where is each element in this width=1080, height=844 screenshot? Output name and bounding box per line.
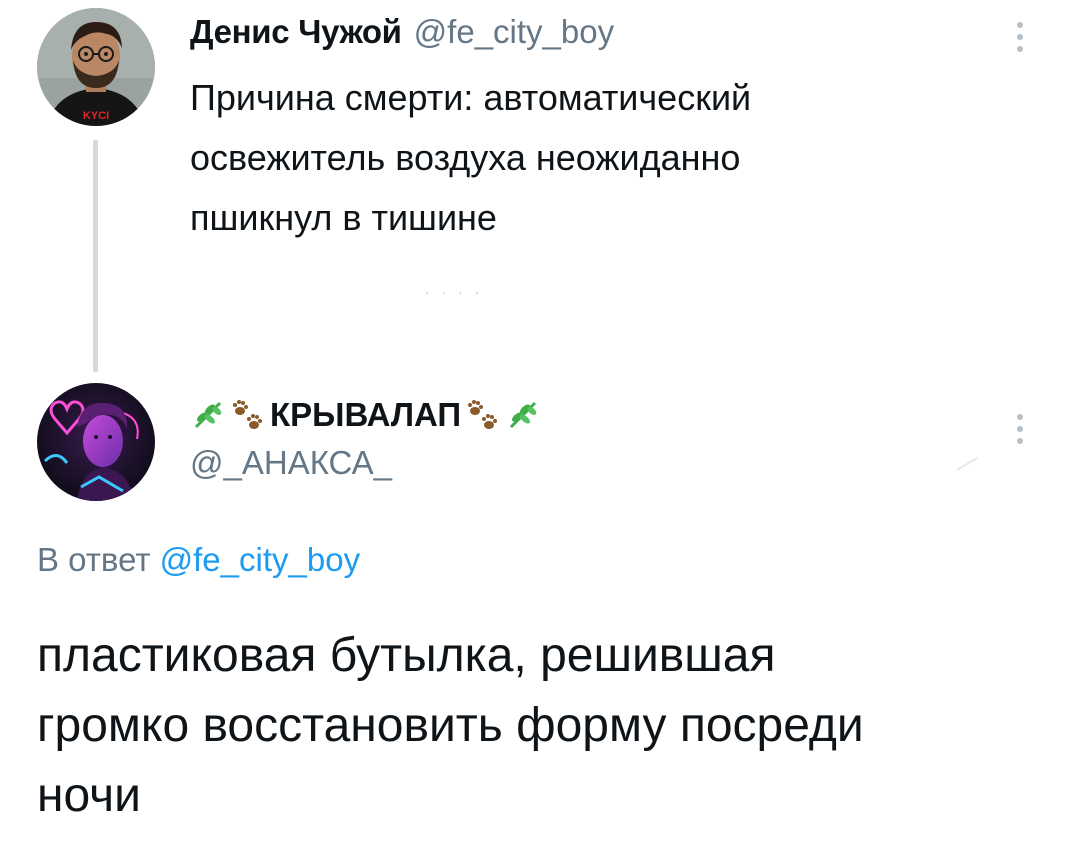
thread-connector-line: [93, 140, 98, 372]
more-vertical-icon[interactable]: [1016, 414, 1024, 444]
author-handle[interactable]: @_АНАКСА_: [190, 444, 392, 482]
herb-icon: [510, 401, 537, 429]
tweet-text: Причина смерти: автоматический освежител…: [190, 77, 752, 238]
paw-prints-icon: [468, 400, 498, 429]
reply-context: В ответ @fe_city_boy: [37, 541, 360, 579]
more-vertical-icon[interactable]: [1016, 22, 1024, 52]
author-name[interactable]: Денис Чужой: [190, 13, 402, 51]
author-name: КРЫВАЛАП: [270, 396, 462, 433]
reply-handle-link[interactable]: @fe_city_boy: [160, 541, 360, 578]
avatar-neon-portrait-icon: [37, 383, 155, 501]
avatar-shirt-text: KYCI: [83, 110, 109, 122]
paw-prints-icon: [233, 400, 262, 429]
reply-prefix: В ответ: [37, 541, 151, 578]
herb-icon: [194, 401, 222, 429]
tweet-original: KYCI Денис Чужой @fe_city_boy Причина см…: [0, 0, 1080, 380]
avatar[interactable]: [37, 383, 155, 501]
avatar[interactable]: KYCI: [37, 8, 155, 126]
avatar-man-icon: KYCI: [37, 8, 155, 126]
faint-dots: · · · ·: [425, 284, 484, 300]
author-handle[interactable]: @fe_city_boy: [414, 13, 614, 51]
faint-artifact: [956, 457, 978, 471]
author-name-row[interactable]: КРЫВАЛАП: [190, 390, 541, 440]
tweet-header: Денис Чужой @fe_city_boy: [190, 10, 614, 54]
tweet-text: пластиковая бутылка, решившая громко вос…: [37, 629, 864, 822]
